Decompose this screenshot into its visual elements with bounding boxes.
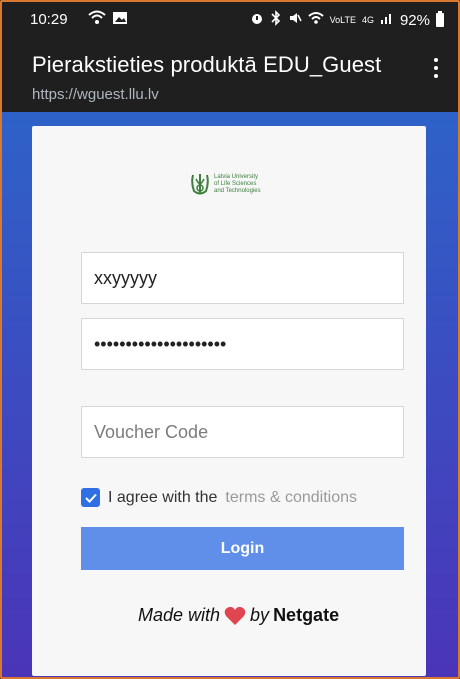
status-time: 10:29 [30, 11, 68, 28]
agree-checkbox[interactable] [81, 488, 100, 507]
agree-label: I agree with the [108, 488, 218, 506]
browser-app-bar: Pierakstieties produktā EDU_Guest https:… [2, 38, 458, 112]
signal-icon [380, 11, 394, 29]
wifi-icon [88, 10, 106, 30]
status-left-icons [88, 10, 128, 30]
page-url[interactable]: https://wguest.llu.lv [32, 86, 159, 103]
terms-link[interactable]: terms & conditions [225, 489, 357, 507]
password-field[interactable]: ••••••••••••••••••••• [81, 318, 404, 370]
checkmark-icon [84, 493, 97, 503]
logo-text: Latvia University of Life Sciences and T… [214, 173, 261, 194]
status-bar: 10:29 VoLTE 4G 92% [2, 2, 458, 38]
image-icon [112, 10, 128, 30]
heart-icon [224, 606, 246, 625]
bluetooth-icon [270, 10, 282, 30]
netgate-link[interactable]: Netgate [273, 605, 339, 626]
alarm-icon [250, 11, 264, 29]
page-title: Pierakstieties produktā EDU_Guest [32, 52, 382, 77]
voucher-code-input[interactable]: Voucher Code [81, 406, 404, 458]
login-card [32, 126, 426, 676]
more-vert-icon[interactable] [434, 58, 438, 78]
4g-icon: 4G [361, 14, 374, 25]
volte-icon: VoLTE [329, 14, 356, 25]
terms-agreement-row: I agree with the terms & conditions [81, 488, 357, 507]
made-with-text: Made with [138, 605, 221, 625]
battery-icon [436, 11, 444, 27]
username-field[interactable]: xxyyyyy [81, 252, 404, 304]
battery-percent: 92% [399, 11, 430, 29]
status-right-icons: VoLTE 4G 92% [250, 10, 444, 30]
footer-credit: Made with by Netgate [138, 605, 339, 626]
login-button[interactable]: Login [81, 527, 404, 570]
by-text: by [250, 605, 270, 625]
wheat-crest-icon [191, 174, 209, 195]
phone-frame: 10:29 VoLTE 4G 92% Pierakstieties produk… [0, 0, 460, 679]
wifi-icon [307, 11, 324, 29]
university-logo: Latvia University of Life Sciences and T… [190, 172, 261, 196]
mute-icon [288, 11, 302, 29]
